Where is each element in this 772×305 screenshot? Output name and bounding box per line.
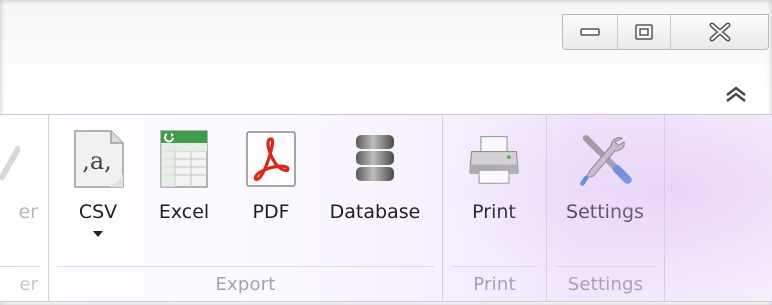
close-icon <box>709 22 730 42</box>
partial-ribbon-group: er er <box>0 115 49 301</box>
tools-icon <box>577 127 633 191</box>
window-controls <box>562 14 769 50</box>
minimize-icon <box>580 28 600 36</box>
close-button[interactable] <box>671 15 768 49</box>
excel-button-label: Excel <box>158 201 210 223</box>
print-group-label: Print <box>473 274 516 295</box>
application-window: er er ,a, CSV Excel PDF Database Export … <box>0 0 772 305</box>
partial-button-icon <box>0 146 20 180</box>
ribbon: er er ,a, CSV Excel PDF Database Export … <box>0 114 772 302</box>
partial-button-label[interactable]: er <box>18 201 38 223</box>
ribbon-collapse-button[interactable] <box>722 84 750 104</box>
print-button-label: Print <box>472 201 516 223</box>
export-group-label: Export <box>215 274 276 295</box>
settings-group-label: Settings <box>567 274 644 295</box>
partial-group-label: er <box>19 274 38 295</box>
print-group: Print Print <box>443 115 547 301</box>
pdf-file-icon <box>243 127 299 191</box>
settings-button[interactable]: Settings <box>559 127 651 223</box>
chevron-up-icon <box>726 86 746 102</box>
pdf-button[interactable]: PDF <box>241 127 301 223</box>
printer-icon <box>466 127 522 191</box>
minimize-button[interactable] <box>563 15 618 49</box>
restore-icon <box>635 24 653 40</box>
csv-button[interactable]: ,a, CSV <box>67 127 129 237</box>
pdf-button-label: PDF <box>252 201 290 223</box>
svg-text:,a,: ,a, <box>82 147 112 175</box>
chevron-down-icon[interactable] <box>93 231 103 237</box>
database-button[interactable]: Database <box>325 127 425 223</box>
settings-button-label: Settings <box>566 201 644 223</box>
restore-button[interactable] <box>618 15 671 49</box>
export-group: ,a, CSV Excel PDF Database Export <box>49 115 443 301</box>
database-icon <box>347 127 403 191</box>
csv-file-icon: ,a, <box>70 127 126 191</box>
settings-group: Settings Settings <box>547 115 665 301</box>
database-button-label: Database <box>329 201 421 223</box>
csv-button-label: CSV <box>78 201 118 223</box>
excel-file-icon <box>156 127 212 191</box>
excel-button[interactable]: Excel <box>151 127 217 223</box>
print-button[interactable]: Print <box>461 127 527 223</box>
